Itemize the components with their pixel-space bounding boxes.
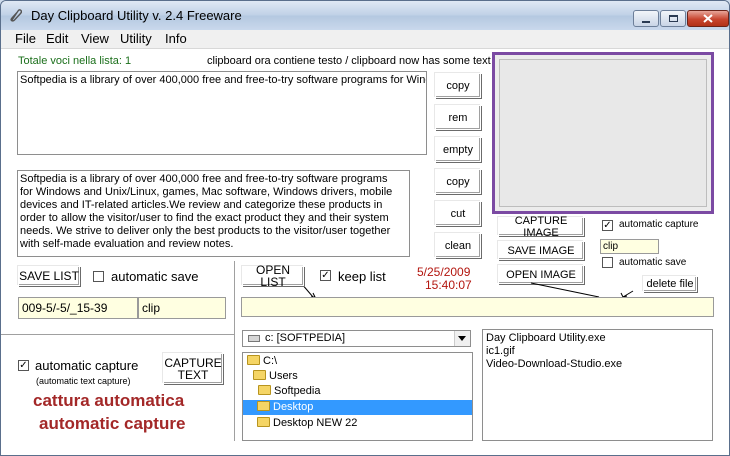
copy-bottom-button[interactable]: copy: [435, 169, 481, 194]
capture-text-label-2: TEXT: [177, 367, 209, 382]
automatic-capture-text-sub: (automatic text capture): [36, 376, 131, 386]
clipboard-text-area[interactable]: Softpedia is a library of over 400,000 f…: [17, 71, 427, 155]
capture-image-button[interactable]: CAPTURE IMAGE: [498, 215, 584, 239]
folder-label: Softpedia: [274, 385, 321, 397]
list-name-field[interactable]: 009-5/-5/_15-39: [18, 297, 138, 319]
editor-text-area[interactable]: Softpedia is a library of over 400,000 f…: [17, 170, 410, 257]
clipboard-status-text: clipboard ora contiene testo / clipboard…: [207, 55, 491, 67]
automatic-save-list-checkbox[interactable]: [93, 271, 104, 282]
image-canvas: [499, 59, 707, 207]
menu-file[interactable]: File: [15, 31, 36, 46]
copy-top-button[interactable]: copy: [435, 73, 481, 98]
chevron-down-icon: [458, 336, 466, 341]
path-field[interactable]: [241, 297, 714, 317]
automatic-capture-text-label: automatic capture: [35, 358, 139, 373]
clean-button[interactable]: clean: [435, 233, 481, 258]
keep-list-checkbox[interactable]: ✓: [320, 270, 331, 281]
automatic-capture-text-checkbox[interactable]: ✓: [18, 360, 29, 371]
folder-open-icon: [257, 401, 270, 411]
folder-label: Desktop NEW 22: [273, 417, 358, 429]
automatic-save-image-label: automatic save: [619, 257, 687, 268]
folder-icon: [258, 385, 271, 395]
drive-icon: [248, 335, 260, 342]
capture-caption-it: cattura automatica: [33, 391, 185, 410]
menu-view[interactable]: View: [81, 31, 109, 46]
menu-edit[interactable]: Edit: [46, 31, 68, 46]
image-name-field[interactable]: clip: [600, 239, 659, 254]
app-window: Day Clipboard Utility v. 2.4 Freeware Fi…: [0, 0, 730, 456]
date-text: 5/25/2009: [417, 265, 471, 279]
item-count-label: Totale voci nella lista: 1: [18, 55, 132, 67]
file-item[interactable]: Day Clipboard Utility.exe: [486, 332, 709, 345]
drive-value: c: [SOFTPEDIA]: [265, 332, 346, 344]
file-item[interactable]: Video-Download-Studio.exe: [486, 358, 709, 371]
editor-border: [409, 170, 410, 257]
automatic-capture-image-label: automatic capture: [619, 219, 699, 230]
automatic-save-image-checkbox[interactable]: [602, 257, 613, 268]
minimize-icon: [642, 20, 650, 23]
save-list-button[interactable]: SAVE LIST: [18, 266, 80, 286]
folder-item[interactable]: Users: [253, 369, 298, 384]
folder-icon: [247, 355, 260, 365]
folder-label: C:\: [263, 355, 278, 367]
capture-caption-en: automatic capture: [39, 414, 186, 433]
menu-bar: File Edit View Utility Info: [1, 30, 729, 49]
folder-label: Desktop: [273, 401, 314, 413]
file-list[interactable]: Day Clipboard Utility.exe ic1.gif Video-…: [482, 329, 713, 441]
empty-button[interactable]: empty: [435, 137, 481, 162]
menu-info[interactable]: Info: [165, 31, 187, 46]
folder-label: Users: [269, 370, 298, 382]
minimize-button[interactable]: [633, 10, 659, 27]
folder-tree[interactable]: C:\ Users Softpedia Desktop Desktop NEW …: [242, 352, 473, 441]
close-icon: [703, 14, 713, 23]
folder-item[interactable]: C:\: [247, 354, 277, 369]
editor-text: Softpedia is a library of over 400,000 f…: [20, 173, 393, 250]
image-name-value: clip: [603, 241, 619, 252]
automatic-capture-image-checkbox[interactable]: ✓: [602, 220, 613, 231]
remove-button[interactable]: rem: [435, 105, 481, 130]
drive-select[interactable]: c: [SOFTPEDIA]: [242, 330, 471, 347]
vertical-separator: [234, 261, 235, 441]
folder-item[interactable]: Desktop NEW 22: [257, 416, 357, 431]
time-text: 15:40:07: [425, 278, 472, 292]
file-item[interactable]: ic1.gif: [486, 345, 709, 358]
clipboard-text: Softpedia is a library of over 400,000 f…: [20, 74, 427, 86]
save-image-button[interactable]: SAVE IMAGE: [498, 241, 584, 260]
paperclip-icon: [10, 9, 22, 22]
open-list-button[interactable]: OPEN LIST: [242, 264, 304, 288]
cut-button[interactable]: cut: [435, 201, 481, 226]
capture-text-button[interactable]: CAPTURE TEXT: [163, 353, 223, 384]
client-area: Totale voci nella lista: 1 clipboard ora…: [1, 49, 729, 455]
automatic-save-list-label: automatic save: [111, 269, 199, 284]
menu-utility[interactable]: Utility: [120, 31, 152, 46]
drive-dropdown-button[interactable]: [454, 331, 470, 346]
folder-icon: [253, 370, 266, 380]
image-preview: [492, 52, 714, 214]
list-value-field[interactable]: clip: [138, 297, 226, 319]
window-title: Day Clipboard Utility v. 2.4 Freeware: [31, 8, 242, 23]
folder-item-selected[interactable]: Desktop: [243, 400, 472, 415]
title-bar[interactable]: Day Clipboard Utility v. 2.4 Freeware: [1, 1, 729, 30]
list-name-value: 009-5/-5/_15-39: [22, 301, 108, 315]
close-button[interactable]: [687, 10, 729, 27]
list-value-value: clip: [142, 301, 161, 315]
capture-text-label-1: CAPTURE: [164, 355, 222, 370]
maximize-icon: [668, 15, 678, 22]
folder-icon: [257, 417, 270, 427]
maximize-button[interactable]: [660, 10, 686, 27]
folder-item[interactable]: Softpedia: [258, 384, 320, 399]
keep-list-label: keep list: [338, 269, 386, 284]
horizontal-separator: [1, 334, 234, 335]
